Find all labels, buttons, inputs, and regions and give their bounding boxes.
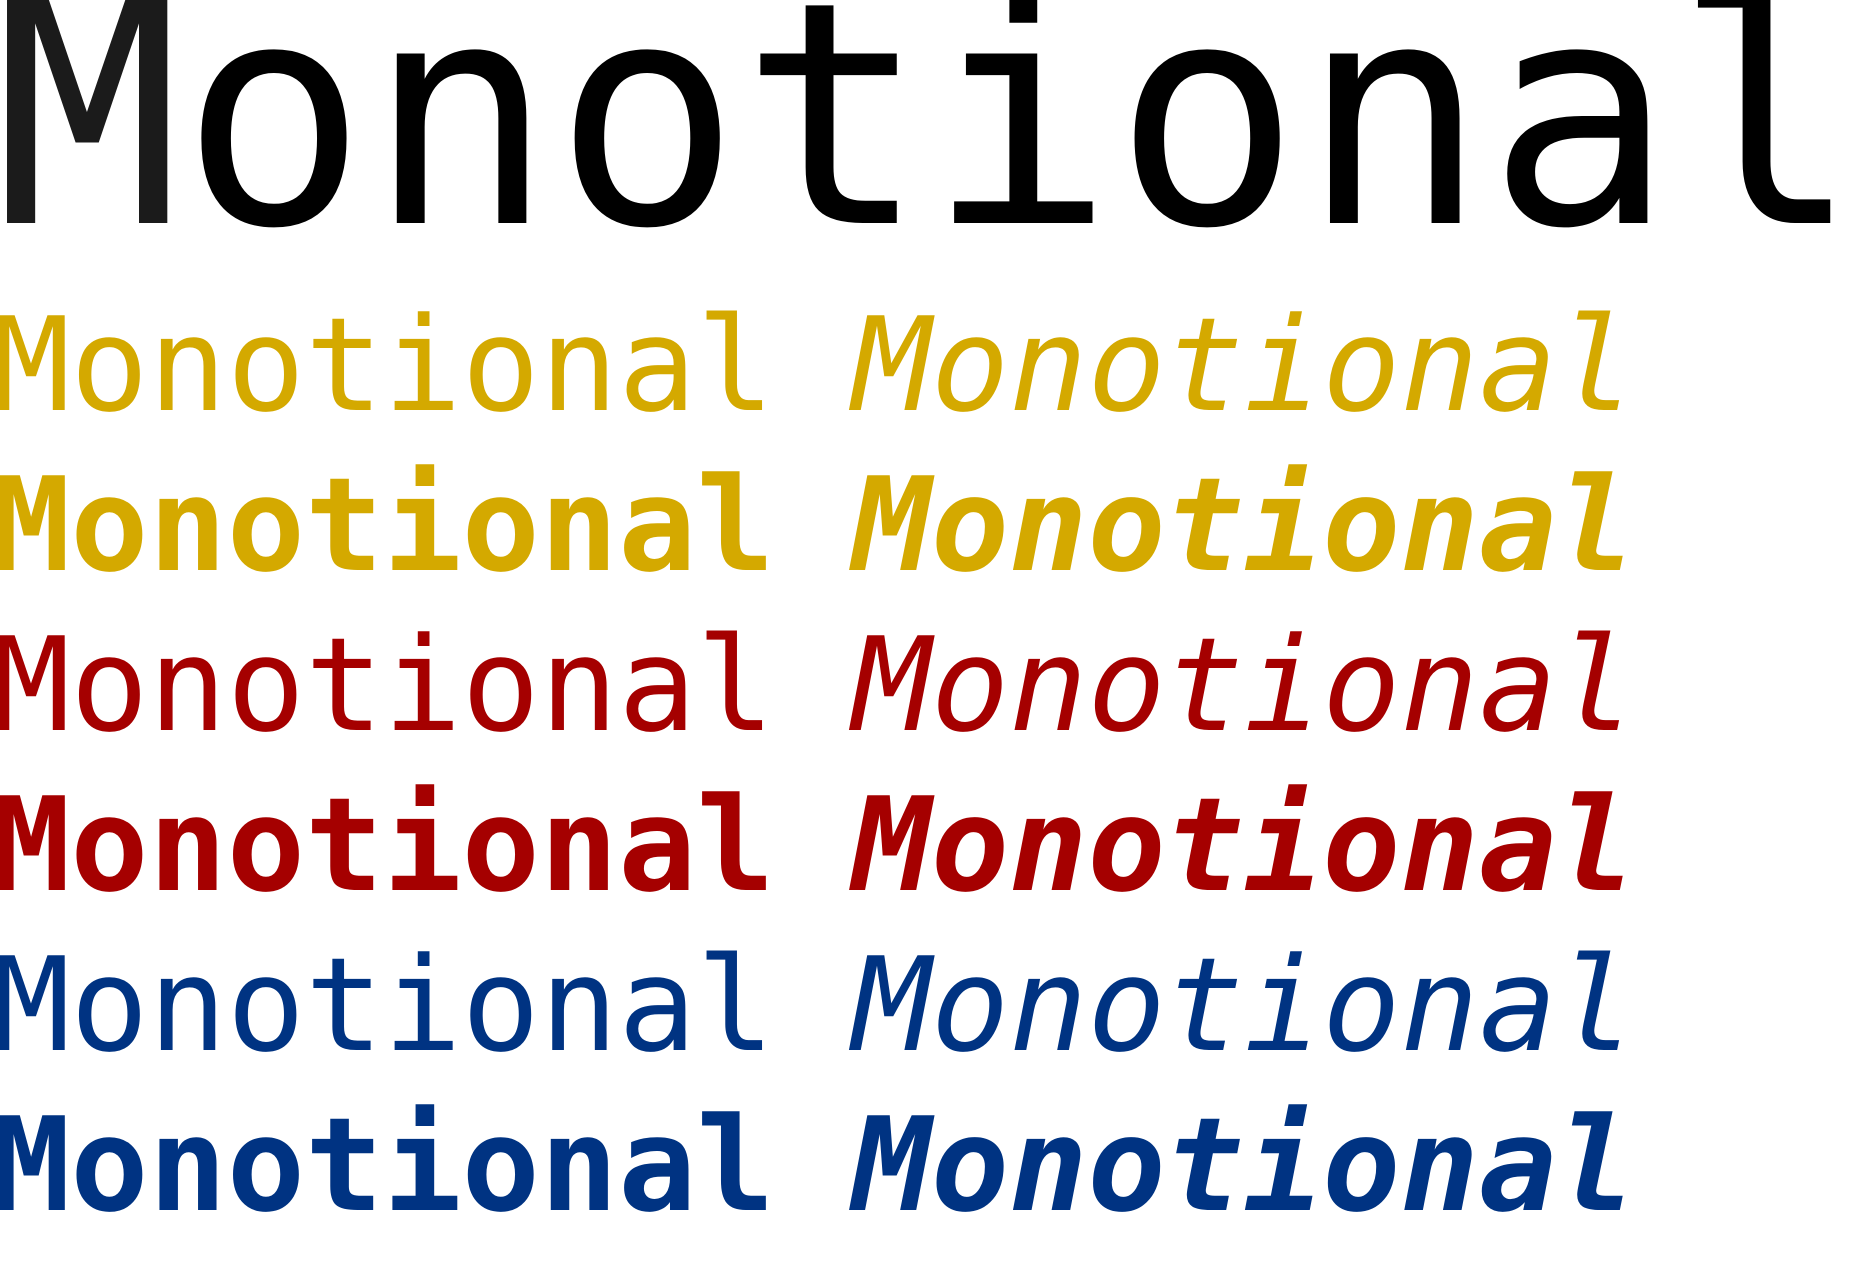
sample-upright: Monotional	[0, 929, 775, 1081]
sample-upright: Monotional	[0, 769, 775, 921]
font-specimen: Monotional Monotional Monotional Monotion…	[0, 0, 1859, 1269]
specimen-row-blue-regular: Monotional Monotional	[0, 940, 1635, 1070]
specimen-row-red-regular: Monotional Monotional	[0, 620, 1635, 750]
hero-first-letter: M	[0, 0, 181, 297]
sample-oblique: Monotional	[852, 929, 1636, 1081]
sample-upright: Monotional	[0, 449, 775, 601]
sample-upright: Monotional	[0, 289, 775, 441]
specimen-row-blue-bold: Monotional Monotional	[0, 1100, 1635, 1230]
sample-oblique: Monotional	[852, 449, 1636, 601]
specimen-row-gold-bold: Monotional Monotional	[0, 460, 1635, 590]
sample-upright: Monotional	[0, 1089, 775, 1241]
sample-upright: Monotional	[0, 609, 775, 761]
hero-rest: onotional	[180, 0, 1859, 297]
specimen-row-gold-regular: Monotional Monotional	[0, 300, 1635, 430]
sample-oblique: Monotional	[852, 769, 1636, 921]
sample-oblique: Monotional	[852, 609, 1636, 761]
sample-oblique: Monotional	[852, 1089, 1636, 1241]
hero-title: Monotional	[0, 0, 1859, 272]
sample-oblique: Monotional	[852, 289, 1636, 441]
specimen-row-red-bold: Monotional Monotional	[0, 780, 1635, 910]
